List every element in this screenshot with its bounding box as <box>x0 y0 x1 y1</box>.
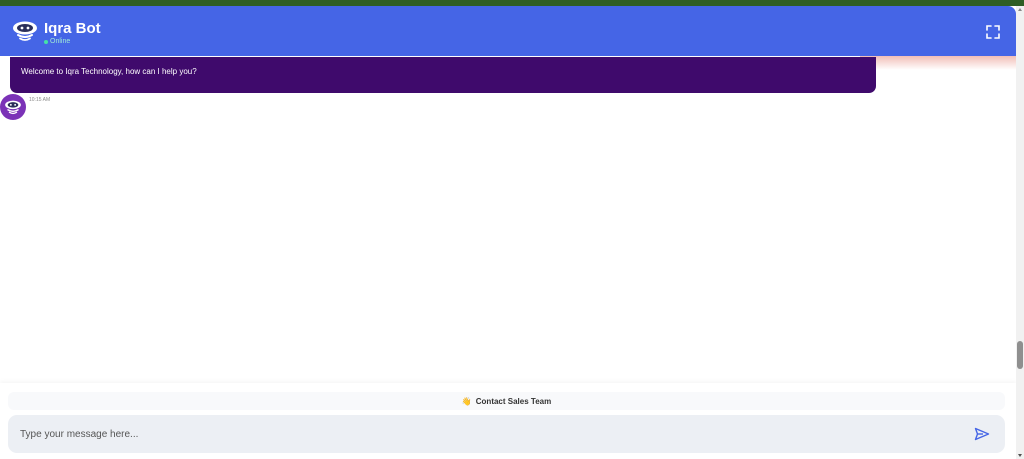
bot-name: Iqra Bot <box>44 20 101 37</box>
chat-header: Iqra Bot Online <box>0 6 1016 70</box>
status-text: Online <box>50 38 71 45</box>
fullscreen-icon[interactable] <box>986 25 1000 39</box>
message-list: Welcome to Iqra Technology, how can I he… <box>0 56 1016 383</box>
robot-icon <box>11 17 39 45</box>
contact-sales-label: Contact Sales Team <box>475 396 552 406</box>
bot-avatar <box>0 94 26 120</box>
scrollbar-thumb[interactable] <box>1017 341 1023 369</box>
page-scrollbar[interactable] <box>1016 6 1024 459</box>
message-composer <box>8 415 1005 453</box>
status-dot-icon <box>44 39 48 44</box>
scroll-up-arrow-icon[interactable] <box>1018 8 1022 11</box>
robot-icon <box>5 100 21 115</box>
message-timestamp: 10:15 AM <box>29 97 51 103</box>
contact-sales-button[interactable]: 👋 Contact Sales Team <box>8 392 1005 410</box>
bot-message-bubble: Welcome to Iqra Technology, how can I he… <box>10 57 876 93</box>
message-input[interactable] <box>20 424 960 444</box>
waving-hand-icon: 👋 <box>461 396 472 406</box>
send-icon[interactable] <box>974 427 990 441</box>
bot-status: Online <box>44 38 70 45</box>
chat-window: Iqra Bot Online Welcome to Iqra Technolo… <box>0 6 1016 459</box>
scroll-down-arrow-icon[interactable] <box>1018 454 1022 457</box>
chat-footer: 👋 Contact Sales Team <box>0 383 1016 459</box>
